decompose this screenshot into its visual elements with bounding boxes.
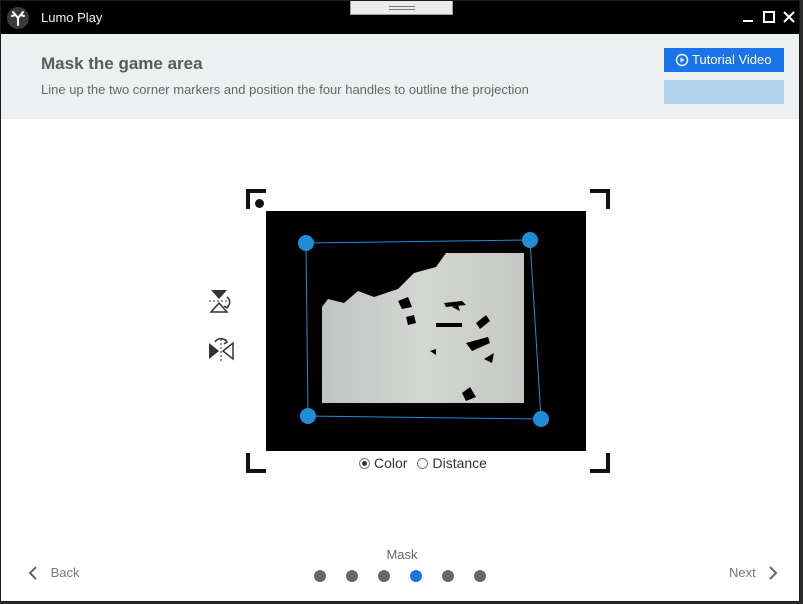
corner-marker-bottom-left [246, 453, 266, 473]
chevron-left-icon [28, 565, 37, 580]
step-dot-5 [442, 570, 454, 582]
back-label: Back [50, 565, 80, 581]
page-title: Mask the game area [41, 54, 203, 73]
corner-marker-top-right [590, 189, 610, 209]
drag-grip-handle[interactable] [350, 1, 453, 15]
minimize-icon[interactable] [740, 9, 756, 25]
mask-handle-top-left[interactable] [298, 235, 314, 251]
mask-overlay [298, 232, 549, 427]
step-dot-2 [346, 570, 358, 582]
close-icon[interactable] [781, 9, 797, 25]
step-label: Mask [386, 547, 418, 562]
next-label: Next [729, 565, 756, 581]
distance-radio-label[interactable]: Distance [432, 455, 486, 471]
color-radio[interactable] [359, 457, 370, 469]
flip-vertical-icon[interactable] [207, 287, 235, 315]
antler-logo-icon [7, 7, 29, 29]
maximize-icon[interactable] [761, 9, 777, 25]
mask-handle-top-right[interactable] [522, 232, 538, 248]
step-indicator [314, 570, 494, 582]
step-dot-1 [314, 570, 326, 582]
back-button[interactable]: Back [27, 564, 80, 580]
page-subtitle: Line up the two corner markers and posit… [41, 82, 529, 97]
color-radio-label[interactable]: Color [374, 455, 407, 471]
tutorial-video-label: Tutorial Video [692, 52, 772, 67]
app-title: Lumo Play [41, 10, 103, 25]
mask-handle-bottom-left[interactable] [300, 408, 316, 424]
play-circle-icon [675, 53, 689, 67]
flip-horizontal-icon[interactable] [207, 337, 235, 365]
app-window: Lumo Play Mask the game area Line up the… [0, 0, 800, 602]
tutorial-video-button[interactable]: Tutorial Video [664, 48, 784, 72]
mask-handle-bottom-right[interactable] [533, 411, 549, 427]
next-button[interactable]: Next [729, 564, 779, 580]
step-dot-4 [410, 570, 422, 582]
disabled-action-button [664, 80, 784, 104]
chevron-right-icon [769, 565, 778, 580]
corner-marker-bottom-right [590, 453, 610, 473]
mask-mode-selector: Color Distance [359, 454, 497, 471]
origin-dot-marker [255, 199, 264, 208]
distance-radio[interactable] [417, 457, 429, 469]
step-dot-6 [474, 570, 486, 582]
instruction-banner: Mask the game area Line up the two corne… [1, 34, 799, 119]
title-bar[interactable]: Lumo Play [1, 1, 799, 34]
step-dot-3 [378, 570, 390, 582]
